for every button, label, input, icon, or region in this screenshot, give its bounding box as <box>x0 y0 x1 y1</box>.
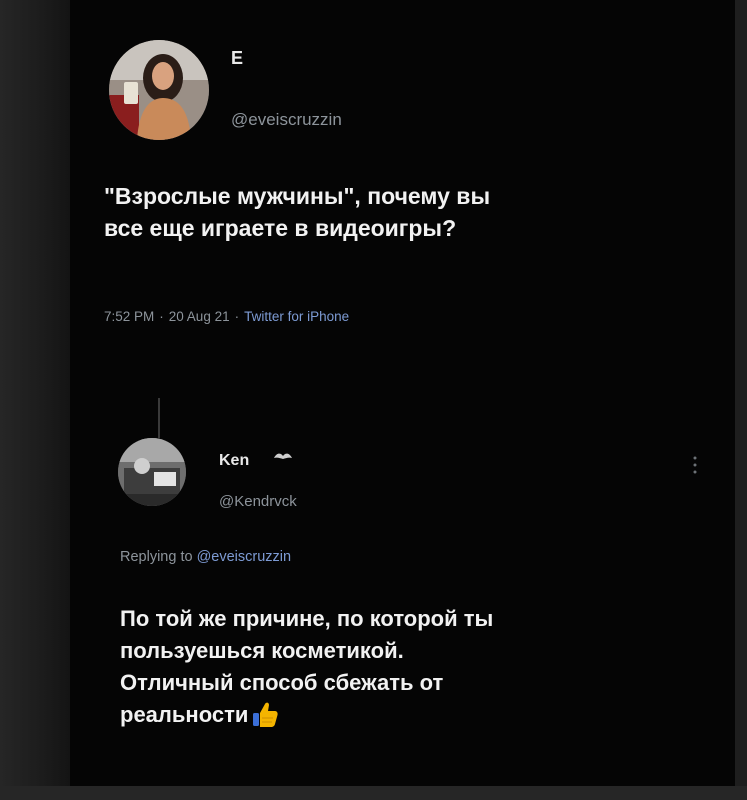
thread-connector-line <box>158 398 160 438</box>
replying-to-mention[interactable]: @eveiscruzzin <box>197 549 292 565</box>
more-options-icon[interactable] <box>692 455 698 475</box>
tweet-meta: 7:52 PM · 20 Aug 21 · Twitter for iPhone <box>104 309 349 324</box>
tweet-author-avatar[interactable] <box>109 40 209 140</box>
reply-text: По той же причине, по которой ты пользуе… <box>120 603 700 731</box>
thumbs-up-emoji-icon <box>250 699 280 729</box>
tweet-author-name[interactable]: E <box>231 48 243 69</box>
tweet-author-handle[interactable]: @eveiscruzzin <box>231 110 342 130</box>
reply-author-name[interactable]: Ken <box>219 452 249 470</box>
reply-text-content: По той же причине, по которой ты пользуе… <box>120 606 494 727</box>
meta-separator: · <box>234 309 240 324</box>
reply-author-avatar[interactable] <box>118 438 186 506</box>
left-letterbox <box>0 0 70 800</box>
tweet-time: 7:52 PM <box>104 309 155 324</box>
tweet-text: "Взрослые мужчины", почему вы все еще иг… <box>104 183 491 241</box>
tweet-source-link[interactable]: Twitter for iPhone <box>244 309 349 324</box>
replying-to-line: Replying to @eveiscruzzin <box>120 549 291 565</box>
meta-separator: · <box>159 309 164 324</box>
reply-author-handle[interactable]: @Kendrvck <box>219 493 297 510</box>
tweet-date: 20 Aug 21 <box>168 309 230 324</box>
moustache-emoji-icon <box>272 448 294 464</box>
replying-to-prefix: Replying to <box>120 549 193 565</box>
bottom-letterbox <box>0 786 747 800</box>
right-letterbox <box>735 0 747 800</box>
